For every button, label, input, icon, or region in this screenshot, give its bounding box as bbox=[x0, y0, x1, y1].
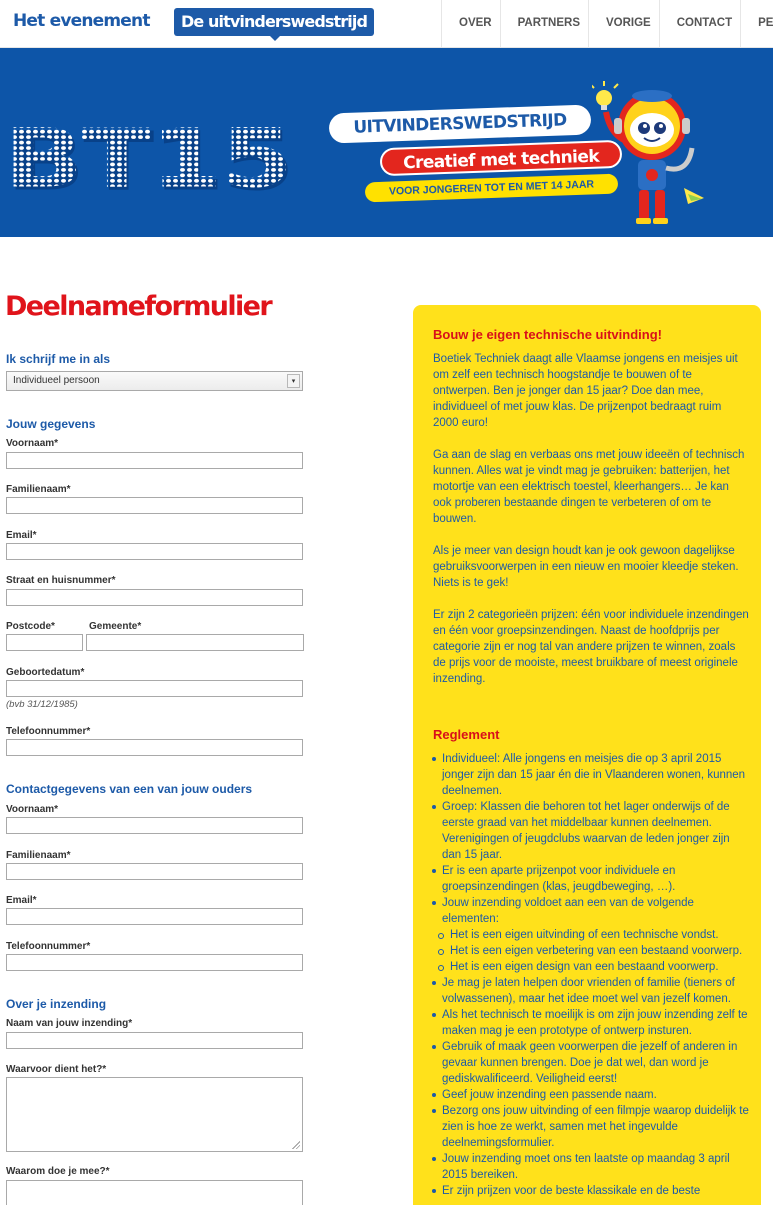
city-input[interactable] bbox=[86, 634, 304, 651]
banner-tag-contest: UITVINDERSWEDSTRIJD bbox=[328, 104, 592, 144]
rule-item: Groep: Klassen die behoren tot het lager… bbox=[432, 799, 749, 863]
entry-why-label: Waarom doe je mee?* bbox=[6, 1166, 110, 1177]
top-navigation: Het evenement De uitvinderswedstrijd OVE… bbox=[0, 0, 773, 75]
rule-subitem: Het is een eigen uitvinding of een techn… bbox=[433, 927, 749, 943]
rule-item: Bezorg ons jouw uitvinding of een filmpj… bbox=[432, 1103, 749, 1151]
parent-phone-label: Telefoonnummer* bbox=[6, 941, 91, 952]
entry-why-textarea[interactable] bbox=[6, 1180, 303, 1205]
nav-item-contact[interactable]: CONTACT bbox=[660, 0, 742, 47]
lastname-input[interactable] bbox=[6, 497, 303, 514]
rule-item: Er is een aparte prijzenpot voor individ… bbox=[432, 863, 749, 895]
postcode-input[interactable] bbox=[6, 634, 83, 651]
birthdate-hint: (bvb 31/12/1985) bbox=[6, 699, 78, 710]
bt15-logo: BT15 bbox=[4, 110, 293, 207]
robot-mascot-icon bbox=[592, 81, 704, 224]
info-paragraph: Er zijn 2 categorieën prijzen: één voor … bbox=[433, 609, 749, 685]
hero-banner: BT15 BT15 UITVINDERSWEDSTRIJD Creatief m… bbox=[0, 48, 773, 237]
email-label: Email* bbox=[6, 530, 37, 541]
entry-purpose-label: Waarvoor dient het?* bbox=[6, 1064, 107, 1075]
firstname-input[interactable] bbox=[6, 452, 303, 469]
info-panel-title: Bouw je eigen technische uitvinding! bbox=[433, 327, 662, 342]
banner-tag-slogan: Creatief met techniek bbox=[379, 139, 623, 177]
brand-event-link[interactable]: Het evenement bbox=[13, 11, 150, 31]
main-nav: OVER PARTNERS VORIGE EDITIES CONTACT PER… bbox=[441, 0, 773, 75]
info-paragraph: Boetiek Techniek daagt alle Vlaamse jong… bbox=[433, 353, 738, 429]
nav-item-partners[interactable]: PARTNERS bbox=[501, 0, 589, 47]
rule-item: Individueel: Alle jongens en meisjes die… bbox=[432, 751, 749, 799]
signup-type-selected: Individueel persoon bbox=[13, 375, 100, 386]
lastname-label: Familienaam* bbox=[6, 484, 71, 495]
rules-list: Individueel: Alle jongens en meisjes die… bbox=[432, 751, 749, 1199]
postcode-label: Postcode* bbox=[6, 621, 55, 632]
info-paragraph: Als je meer van design houdt kan je ook … bbox=[433, 545, 739, 589]
entry-name-label: Naam van jouw inzending* bbox=[6, 1018, 133, 1029]
street-input[interactable] bbox=[6, 589, 303, 606]
street-label: Straat en huisnummer* bbox=[6, 575, 116, 586]
rule-item: Jouw inzending voldoet aan een van de vo… bbox=[432, 895, 749, 927]
firstname-label: Voornaam* bbox=[6, 438, 59, 449]
rule-item: Gebruik of maak geen voorwerpen die jeze… bbox=[432, 1039, 749, 1087]
signup-type-select[interactable]: Individueel persoon ▾ bbox=[6, 371, 303, 391]
rule-subitem: Het is een eigen design van een bestaand… bbox=[433, 959, 749, 975]
rules-title: Reglement bbox=[433, 727, 500, 742]
email-input[interactable] bbox=[6, 543, 303, 560]
entry-heading: Over je inzending bbox=[6, 997, 107, 1011]
parent-phone-input[interactable] bbox=[6, 954, 303, 971]
rule-item: Je mag je laten helpen door vrienden of … bbox=[432, 975, 749, 1007]
parent-email-input[interactable] bbox=[6, 908, 303, 925]
birthdate-label: Geboortedatum* bbox=[6, 667, 85, 678]
nav-item-vorige-edities[interactable]: VORIGE EDITIES bbox=[589, 0, 660, 75]
banner-tag-age: VOOR JONGEREN TOT EN MET 14 JAAR bbox=[364, 173, 619, 203]
entry-purpose-textarea[interactable] bbox=[6, 1077, 303, 1152]
chevron-down-icon: ▾ bbox=[287, 374, 300, 388]
rule-item: Als het technisch te moeilijk is om zijn… bbox=[432, 1007, 749, 1039]
brand-contest-link[interactable]: De uitvinderswedstrijd bbox=[174, 8, 374, 41]
nav-item-pers[interactable]: PERS bbox=[741, 0, 773, 47]
rule-item: Geef jouw inzending een passende naam. bbox=[432, 1087, 749, 1103]
city-label: Gemeente* bbox=[89, 621, 142, 632]
parent-lastname-label: Familienaam* bbox=[6, 850, 71, 861]
phone-input[interactable] bbox=[6, 739, 303, 756]
parent-lastname-input[interactable] bbox=[6, 863, 303, 880]
birthdate-input[interactable] bbox=[6, 680, 303, 697]
personal-details-heading: Jouw gegevens bbox=[6, 417, 96, 431]
info-paragraph: Ga aan de slag en verbaas ons met jouw i… bbox=[433, 449, 745, 525]
parent-details-heading: Contactgegevens van een van jouw ouders bbox=[6, 782, 253, 796]
nav-item-over[interactable]: OVER bbox=[442, 0, 501, 47]
parent-email-label: Email* bbox=[6, 895, 37, 906]
info-panel: Bouw je eigen technische uitvinding! Boe… bbox=[413, 305, 761, 1205]
parent-firstname-label: Voornaam* bbox=[6, 804, 59, 815]
resize-handle-icon[interactable] bbox=[292, 1141, 300, 1149]
signup-type-heading: Ik schrijf me in als bbox=[6, 352, 111, 366]
entry-name-input[interactable] bbox=[6, 1032, 303, 1049]
rule-subitem: Het is een eigen verbetering van een bes… bbox=[433, 943, 749, 959]
rule-item: Jouw inzending moet ons ten laatste op m… bbox=[432, 1151, 749, 1183]
parent-firstname-input[interactable] bbox=[6, 817, 303, 834]
phone-label: Telefoonnummer* bbox=[6, 726, 91, 737]
rule-item: Er zijn prijzen voor de beste klassikale… bbox=[432, 1183, 749, 1199]
page-title: Deelnameformulier bbox=[5, 291, 273, 322]
